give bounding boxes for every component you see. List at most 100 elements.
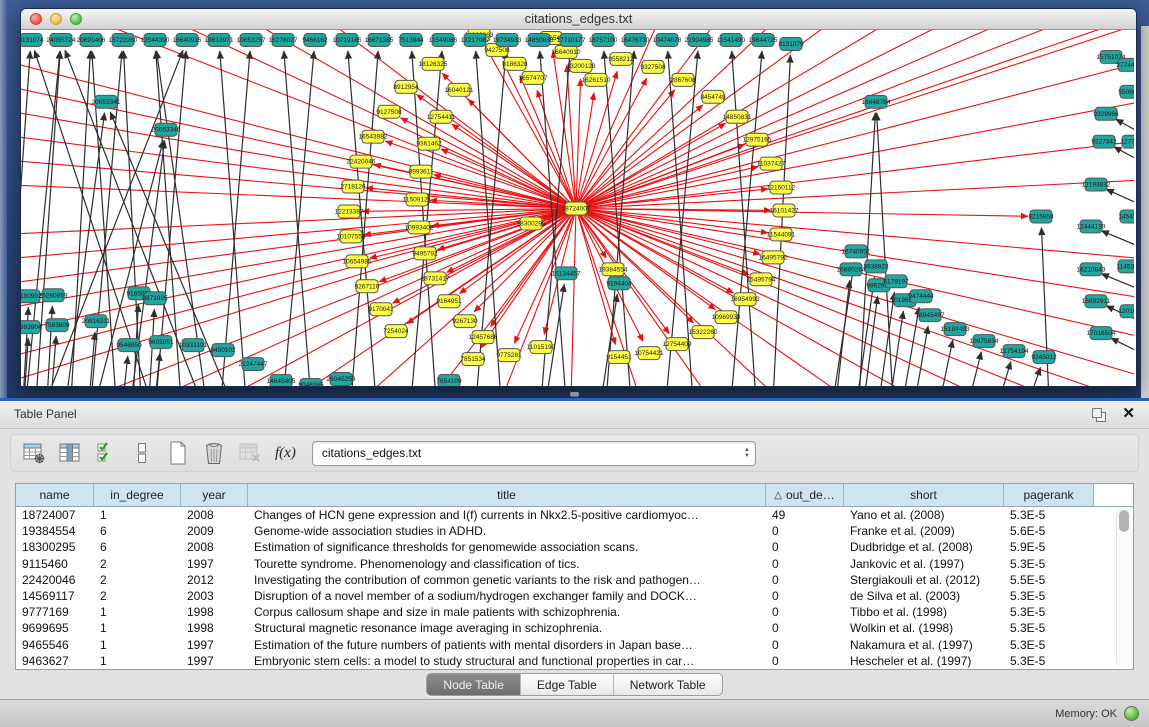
network-node[interactable]: 9558212	[608, 52, 634, 65]
network-node[interactable]: 18300295	[517, 217, 546, 230]
network-node[interactable]: 8993904	[21, 321, 42, 334]
network-node[interactable]: 6179197	[883, 275, 909, 288]
network-node[interactable]: 16210643	[1077, 263, 1106, 276]
new-document-button[interactable]	[163, 439, 193, 467]
network-node[interactable]: 15722260	[109, 33, 138, 46]
network-node[interactable]: 22420046	[347, 155, 376, 168]
network-node[interactable]: 13200128	[567, 59, 596, 72]
network-node[interactable]: 10653257	[237, 33, 266, 46]
network-node[interactable]: 16476730	[621, 33, 650, 46]
network-node[interactable]: 9194404	[606, 277, 632, 290]
table-scrollbar-thumb[interactable]	[1119, 510, 1129, 532]
network-node[interactable]: 10107553	[337, 230, 366, 243]
network-node[interactable]: 1277354	[1120, 135, 1134, 148]
network-node[interactable]: 9546950	[116, 339, 142, 352]
table-row[interactable]: 977716911998Corpus callosum shape and si…	[16, 604, 1133, 620]
panel-resize-grip[interactable]	[570, 392, 579, 396]
network-node[interactable]: 16648784	[862, 95, 891, 108]
network-node[interactable]: 1145323	[1117, 260, 1134, 273]
network-node[interactable]: 11549086	[429, 33, 458, 46]
network-node[interactable]: 26045259	[327, 373, 356, 386]
network-node[interactable]: 16954993	[731, 293, 760, 306]
network-node[interactable]: 21904985	[685, 33, 714, 46]
network-node[interactable]: 12457686	[469, 331, 498, 344]
float-panel-icon[interactable]	[1092, 408, 1105, 421]
column-checklist-button[interactable]	[91, 439, 121, 467]
network-node[interactable]: 10331101	[179, 339, 208, 352]
network-node[interactable]: 8454749	[700, 90, 726, 103]
network-canvas[interactable]: 1872400718300295193845541812632589129549…	[21, 30, 1134, 386]
row-pair-button[interactable]	[127, 439, 157, 467]
network-node[interactable]: 7583609	[44, 319, 70, 332]
network-node[interactable]: 9164951	[436, 295, 462, 308]
network-node[interactable]: 11509121	[403, 193, 432, 206]
network-node[interactable]: 9474444	[908, 290, 934, 303]
network-node[interactable]: 16740951	[842, 245, 871, 258]
network-node[interactable]: 14850831	[723, 110, 752, 123]
network-node[interactable]: 9046385	[298, 379, 324, 386]
network-node[interactable]: 8215958	[1028, 210, 1054, 223]
network-node[interactable]: 18757100	[589, 33, 618, 46]
network-node[interactable]: 20691406	[77, 33, 106, 46]
network-node[interactable]: 19734933	[493, 33, 522, 46]
network-node[interactable]: 10969933	[712, 311, 741, 324]
table-scrollbar[interactable]	[1116, 508, 1131, 667]
table-row[interactable]: 1830029562008Estimation of significance …	[16, 539, 1133, 555]
network-node[interactable]: 16101427	[770, 204, 799, 217]
network-node[interactable]: 9605051	[148, 336, 174, 349]
network-node[interactable]: 12544390	[141, 33, 170, 46]
network-node[interactable]: 18724007	[562, 202, 591, 215]
table-row[interactable]: 946362711997Embryonic stem cells: a mode…	[16, 653, 1133, 669]
column-header-short[interactable]: short	[844, 484, 1004, 506]
network-node[interactable]: 16640910	[552, 45, 581, 58]
network-node[interactable]: 10754421	[635, 347, 664, 360]
network-node[interactable]: 12217087	[461, 33, 490, 46]
network-node[interactable]: 12754409	[663, 338, 692, 351]
network-node[interactable]: 9127508	[376, 105, 402, 118]
network-node[interactable]: 12754411	[427, 110, 456, 123]
network-node[interactable]: 7851534	[460, 353, 486, 366]
table-row[interactable]: 946554611997Estimation of the future num…	[16, 637, 1133, 653]
network-node[interactable]: 12754194	[1000, 345, 1029, 358]
select-column-button[interactable]	[55, 439, 85, 467]
network-table-select[interactable]: citations_edges.txt ▲ ▼	[312, 441, 756, 466]
network-node[interactable]: 5506690	[1118, 85, 1134, 98]
network-window[interactable]: citations_edges.txt 18724007183002951938…	[20, 8, 1137, 387]
network-node[interactable]: 2774407	[1116, 58, 1134, 71]
table-row[interactable]: 911546021997Tourette syndrome. Phenomeno…	[16, 556, 1133, 572]
network-node[interactable]: 11544091	[767, 228, 796, 241]
network-node[interactable]: 8938923	[863, 260, 889, 273]
table-row[interactable]: 1872400712008Changes of HCN gene express…	[16, 507, 1133, 523]
network-node[interactable]: 10654985	[343, 255, 372, 268]
network-node[interactable]: 9245012	[1031, 351, 1057, 364]
network-node[interactable]: 15134457	[552, 267, 581, 280]
network-node[interactable]: 16640915	[173, 33, 202, 46]
network-node[interactable]: 8131074	[21, 33, 44, 46]
network-node[interactable]: 15276027	[269, 33, 298, 46]
network-node[interactable]: 8131079	[778, 37, 804, 50]
combo-spinner-icon[interactable]: ▲ ▼	[739, 442, 755, 465]
network-node[interactable]: 16574707	[519, 71, 548, 84]
network-node[interactable]: 16880264	[837, 263, 866, 276]
network-node[interactable]: 25260859	[39, 289, 68, 302]
table-row[interactable]: 969969511998Structural magnetic resonanc…	[16, 620, 1133, 636]
network-node[interactable]: 9329966	[1093, 107, 1119, 120]
network-node[interactable]: 8871925	[142, 292, 168, 305]
network-node[interactable]: 12975165	[743, 133, 772, 146]
network-node[interactable]: 7254024	[383, 325, 409, 338]
network-node[interactable]: 20053346	[152, 123, 181, 136]
column-header-in_degree[interactable]: in_degree	[94, 484, 181, 506]
close-panel-icon[interactable]: ✕	[1122, 404, 1135, 422]
tab-edge-table[interactable]: Edge Table	[521, 674, 614, 695]
network-node[interactable]: 17710177	[557, 33, 586, 46]
delete-column-button[interactable]	[199, 439, 229, 467]
network-node[interactable]: 1201650	[1118, 305, 1134, 318]
network-node[interactable]: 2718126	[340, 180, 366, 193]
network-window-titlebar[interactable]: citations_edges.txt	[21, 9, 1136, 30]
table-row[interactable]: 2242004622012Investigating the contribut…	[16, 572, 1133, 588]
network-node[interactable]: 19644725	[749, 33, 778, 46]
column-header-title[interactable]: title	[248, 484, 766, 506]
network-node[interactable]: 9267130	[452, 315, 478, 328]
network-node[interactable]: 15495794	[747, 273, 776, 286]
network-node[interactable]: 9775281	[496, 349, 522, 362]
